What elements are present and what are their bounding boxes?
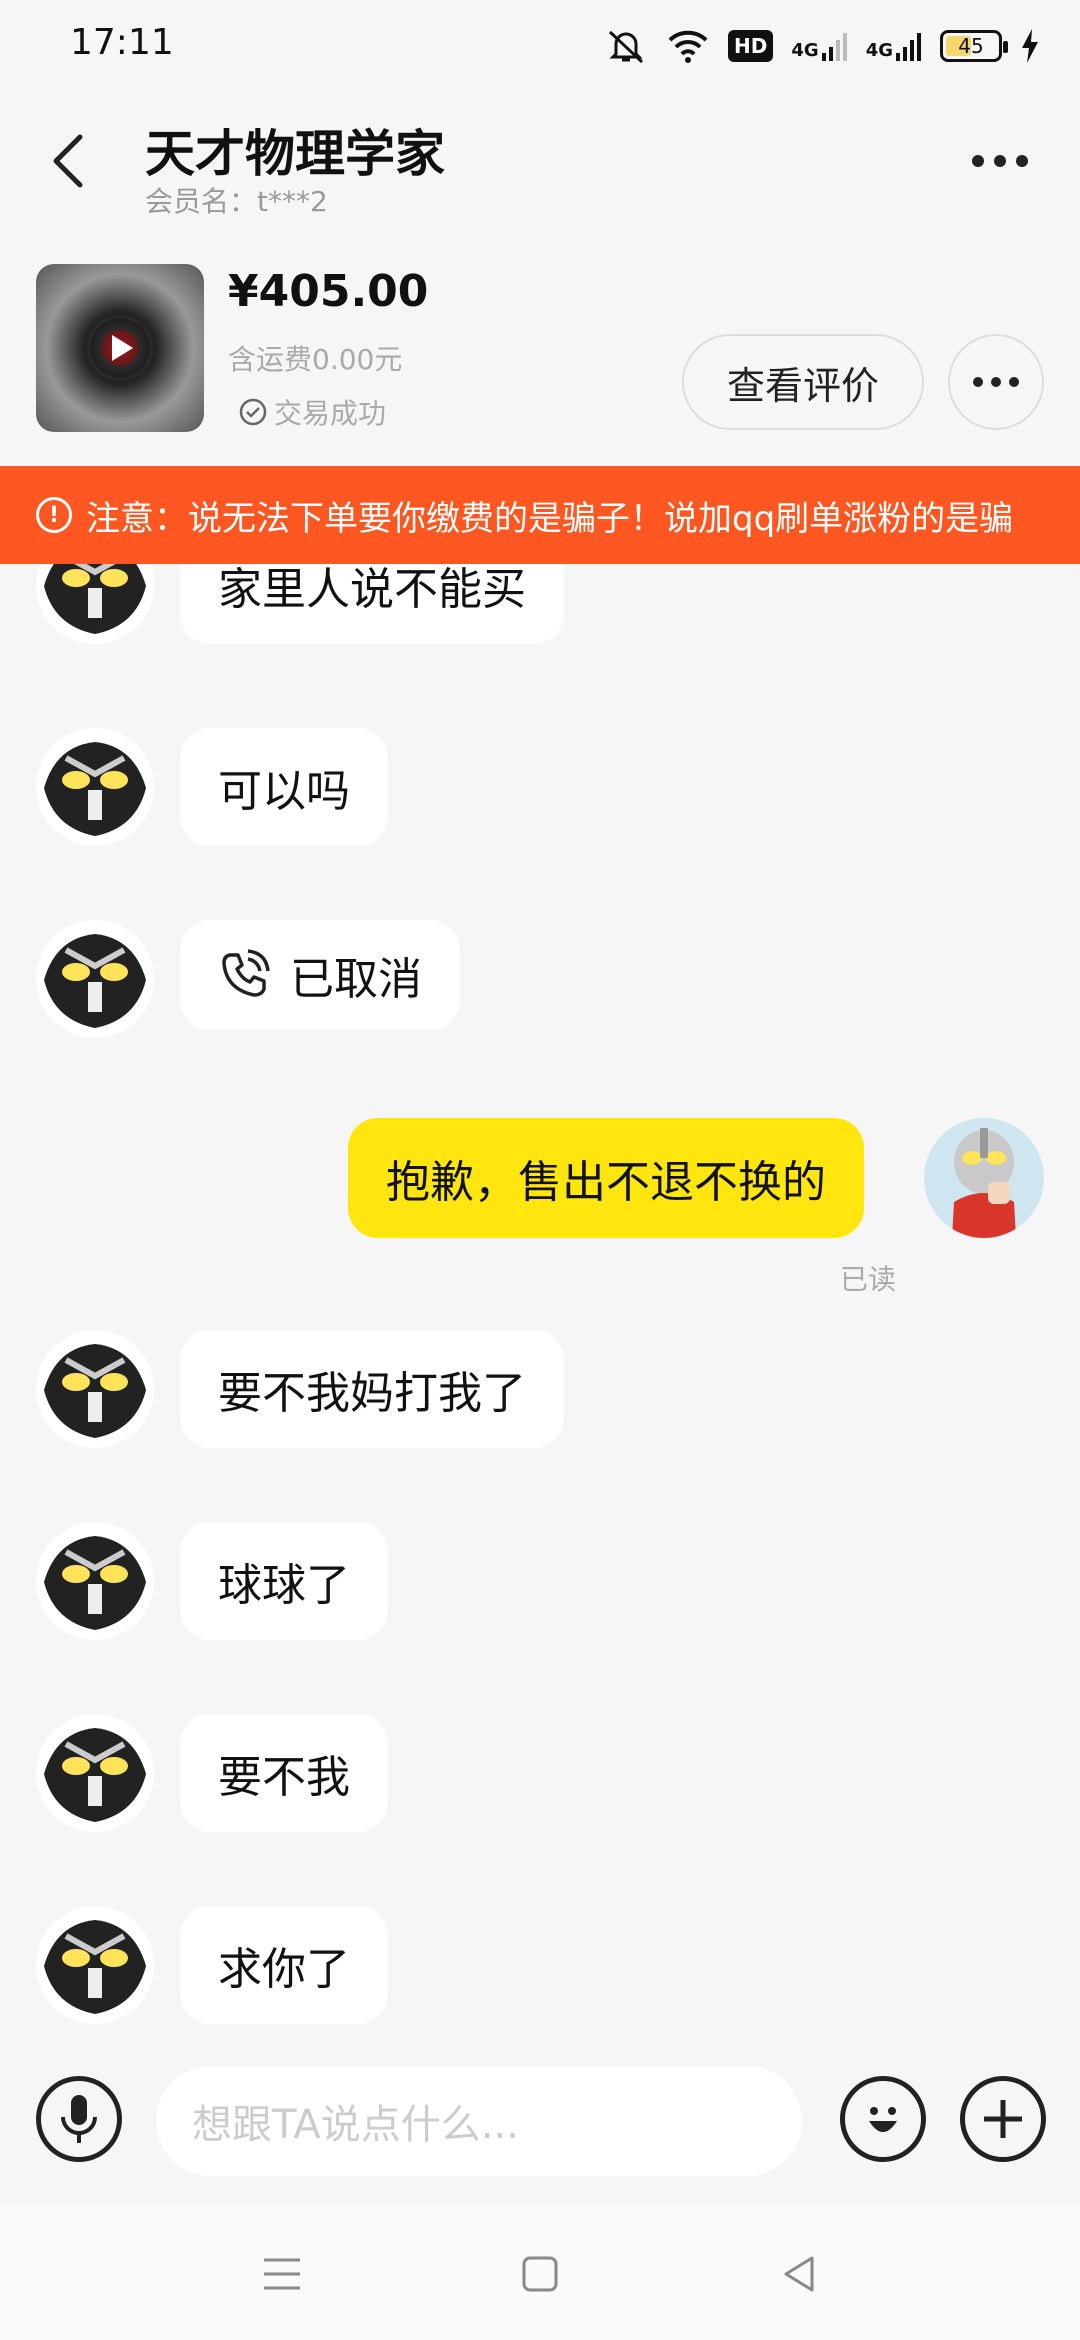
- alert-icon: !: [36, 497, 72, 533]
- chat-title: 天才物理学家: [145, 125, 445, 183]
- smiley-icon: [869, 2107, 897, 2132]
- more-dots-icon: [973, 377, 983, 387]
- seller-avatar[interactable]: [36, 1714, 154, 1832]
- product-price: ¥405.00: [228, 266, 429, 317]
- chevron-left-icon: [53, 134, 83, 188]
- call-status-label: 已取消: [290, 954, 422, 1005]
- back-nav-button[interactable]: [770, 2244, 830, 2304]
- hd-voice-icon: HD: [728, 30, 774, 62]
- battery-level: 45: [958, 34, 984, 58]
- status-icons: HD 4G 4G 45: [604, 26, 1040, 66]
- voice-input-button[interactable]: [36, 2076, 122, 2162]
- back-triangle-icon: [784, 2256, 814, 2292]
- input-bar: 想跟TA说点什么...: [0, 2054, 1080, 2204]
- product-thumbnail[interactable]: [36, 264, 204, 432]
- signal-4g-icon: 4G: [791, 31, 847, 61]
- signal-4g-icon: 4G: [866, 31, 922, 61]
- seller-avatar[interactable]: [36, 1522, 154, 1640]
- check-circle-icon: [239, 398, 267, 426]
- my-avatar[interactable]: [924, 1118, 1044, 1238]
- play-icon: [90, 318, 150, 378]
- message-bubble[interactable]: 要不我: [180, 1714, 388, 1832]
- product-card[interactable]: ¥405.00 含运费0.00元 交易成功 查看评价: [0, 246, 1080, 466]
- shipping-info: 含运费0.00元: [228, 343, 403, 376]
- product-more-button[interactable]: [948, 334, 1044, 430]
- back-button[interactable]: [38, 126, 98, 196]
- chat-screen: 17:11 HD 4G 4G 45 天才物理学家 会员名：t***2 ¥405.…: [0, 0, 1080, 2340]
- seller-avatar[interactable]: [36, 920, 154, 1038]
- add-more-button[interactable]: [960, 2076, 1046, 2162]
- menu-nav-button[interactable]: [252, 2244, 312, 2304]
- phone-call-icon: [222, 949, 270, 997]
- message-bubble[interactable]: 家里人说不能买: [180, 564, 564, 644]
- deal-status: 交易成功: [238, 392, 386, 432]
- scam-warning-banner: ! 注意：说无法下单要你缴费的是骗子！说加qq刷单涨粉的是骗: [0, 466, 1080, 564]
- seller-avatar[interactable]: [36, 728, 154, 846]
- my-message-bubble[interactable]: 抱歉，售出不退不换的: [348, 1118, 864, 1238]
- charging-icon: [1020, 29, 1040, 63]
- seller-avatar[interactable]: [36, 1330, 154, 1448]
- message-bubble[interactable]: 要不我妈打我了: [180, 1330, 564, 1448]
- view-review-button[interactable]: 查看评价: [682, 334, 924, 430]
- emoji-button[interactable]: [840, 2076, 926, 2162]
- network-label-1: 4G: [791, 40, 819, 61]
- message-input[interactable]: 想跟TA说点什么...: [156, 2066, 802, 2176]
- read-receipt: 已读: [840, 1263, 897, 1296]
- message-bubble[interactable]: 求你了: [180, 1906, 388, 2024]
- home-square-icon: [522, 2256, 558, 2292]
- member-name: 会员名：t***2: [145, 185, 328, 218]
- plus-icon: [984, 2100, 1022, 2138]
- battery-icon: 45: [940, 30, 1008, 62]
- message-bubble[interactable]: 可以吗: [180, 728, 388, 846]
- status-time: 17:11: [70, 22, 174, 63]
- status-bar: 17:11 HD 4G 4G 45: [0, 0, 1080, 96]
- system-nav-bar: [0, 2204, 1080, 2340]
- wifi-icon: [666, 28, 710, 64]
- mute-bell-icon: [604, 26, 648, 66]
- warning-text: 注意：说无法下单要你缴费的是骗子！说加qq刷单涨粉的是骗: [86, 498, 1014, 539]
- more-options-button[interactable]: [960, 126, 1040, 196]
- microphone-icon: [61, 2095, 97, 2143]
- call-bubble[interactable]: 已取消: [180, 920, 460, 1030]
- message-list[interactable]: 家里人说不能买 可以吗 已取消 抱歉，售出不退不换的 已读 要不我妈打我了 球球…: [0, 564, 1080, 2054]
- seller-avatar[interactable]: [36, 564, 154, 644]
- deal-status-label: 交易成功: [274, 397, 387, 430]
- home-nav-button[interactable]: [510, 2244, 570, 2304]
- network-label-2: 4G: [865, 40, 893, 61]
- message-bubble[interactable]: 球球了: [180, 1522, 388, 1640]
- chat-header: 天才物理学家 会员名：t***2: [0, 96, 1080, 246]
- seller-avatar[interactable]: [36, 1906, 154, 2024]
- more-dots-icon: [972, 155, 984, 167]
- menu-icon: [264, 2258, 300, 2290]
